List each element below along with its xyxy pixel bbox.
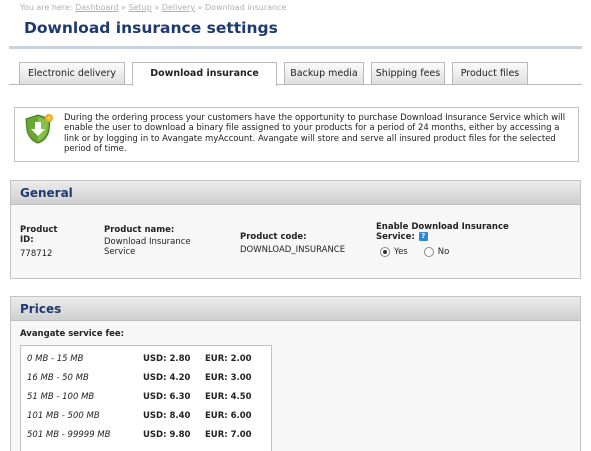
prices-panel-title: Prices: [11, 297, 580, 321]
fee-eur: EUR: 4.50: [205, 392, 252, 402]
shield-download-icon: [25, 114, 53, 144]
product-id-value: 778712: [20, 249, 53, 259]
fee-row: 0 MB - 15 MB USD: 2.80 EUR: 2.00: [21, 350, 273, 368]
breadcrumb-separator: »: [121, 3, 126, 12]
tab-download-insurance[interactable]: Download insurance: [132, 62, 277, 86]
fee-range: 0 MB - 15 MB: [27, 354, 84, 364]
fee-table: 0 MB - 15 MB USD: 2.80 EUR: 2.00 16 MB -…: [20, 345, 272, 451]
product-name-value: Download Insurance Service: [104, 237, 191, 257]
enable-yes-option[interactable]: Yes: [380, 247, 408, 257]
product-code-label: Product code:: [240, 232, 307, 242]
product-id-label: Product ID:: [20, 225, 58, 245]
breadcrumb-link-setup[interactable]: Setup: [129, 3, 152, 12]
enable-no-option[interactable]: No: [423, 247, 450, 257]
product-name-field: Product name: Download Insurance Service: [104, 225, 214, 257]
info-box: During the ordering process your custome…: [14, 107, 579, 162]
product-id-field: Product ID: 778712: [20, 225, 70, 259]
fee-usd: USD: 4.20: [143, 373, 191, 383]
fee-range: 51 MB - 100 MB: [27, 392, 95, 402]
enable-yes-radio[interactable]: [380, 247, 390, 257]
enable-insurance-label-text: Enable Download Insurance Service:: [376, 222, 509, 242]
info-text: During the ordering process your custome…: [64, 113, 566, 155]
fee-usd: USD: 8.40: [143, 411, 191, 421]
tab-product-files[interactable]: Product files: [452, 62, 528, 85]
fee-usd: USD: 2.80: [143, 354, 191, 364]
enable-no-radio[interactable]: [423, 247, 434, 257]
title-divider: [9, 46, 582, 49]
breadcrumb: You are here: Dashboard » Setup » Delive…: [20, 3, 286, 13]
tab-electronic-delivery[interactable]: Electronic delivery: [19, 62, 125, 85]
prices-panel: Prices Avangate service fee: 0 MB - 15 M…: [10, 296, 581, 451]
product-code-field: Product code: DOWNLOAD_INSURANCE: [240, 232, 370, 255]
page-title: Download insurance settings: [24, 19, 278, 37]
enable-no-label: No: [437, 247, 450, 257]
enable-insurance-radio-group: Yes No: [380, 247, 465, 257]
fee-row: 51 MB - 100 MB USD: 6.30 EUR: 4.50: [21, 388, 273, 406]
fee-row: 501 MB - 99999 MB USD: 9.80 EUR: 7.00: [21, 426, 273, 444]
breadcrumb-separator: »: [197, 3, 203, 12]
fee-eur: EUR: 7.00: [205, 430, 252, 440]
breadcrumb-prefix: You are here:: [20, 3, 73, 12]
breadcrumb-link-delivery[interactable]: Delivery: [162, 3, 195, 12]
fee-usd: USD: 9.80: [143, 430, 191, 440]
enable-yes-label: Yes: [394, 247, 408, 257]
tab-shipping-fees[interactable]: Shipping fees: [371, 62, 445, 85]
general-panel-title: General: [11, 181, 580, 205]
product-name-label: Product name:: [104, 225, 175, 235]
fee-usd: USD: 6.30: [143, 392, 191, 402]
product-code-value: DOWNLOAD_INSURANCE: [240, 245, 346, 255]
fee-range: 16 MB - 50 MB: [27, 373, 89, 383]
fee-eur: EUR: 3.00: [205, 373, 252, 383]
general-panel: General Product ID: 778712 Product name:…: [10, 180, 581, 279]
service-fee-label: Avangate service fee:: [20, 329, 125, 339]
breadcrumb-current: Download insurance: [205, 3, 287, 12]
help-icon[interactable]: ?: [418, 232, 428, 241]
fee-row: 101 MB - 500 MB USD: 8.40 EUR: 6.00: [21, 407, 273, 425]
tab-backup-media[interactable]: Backup media: [284, 62, 364, 85]
enable-insurance-label: Enable Download Insurance Service:?: [376, 222, 546, 242]
tab-bar: Electronic delivery Download insurance B…: [19, 62, 579, 86]
tab-underline: [9, 84, 582, 85]
fee-eur: EUR: 6.00: [205, 411, 252, 421]
breadcrumb-link-dashboard[interactable]: Dashboard: [75, 3, 118, 12]
fee-row: 16 MB - 50 MB USD: 4.20 EUR: 3.00: [21, 369, 273, 387]
fee-range: 101 MB - 500 MB: [27, 411, 100, 421]
enable-insurance-field: Enable Download Insurance Service:?: [376, 222, 546, 242]
fee-range: 501 MB - 99999 MB: [27, 430, 111, 440]
fee-eur: EUR: 2.00: [205, 354, 252, 364]
breadcrumb-separator: »: [154, 3, 160, 12]
